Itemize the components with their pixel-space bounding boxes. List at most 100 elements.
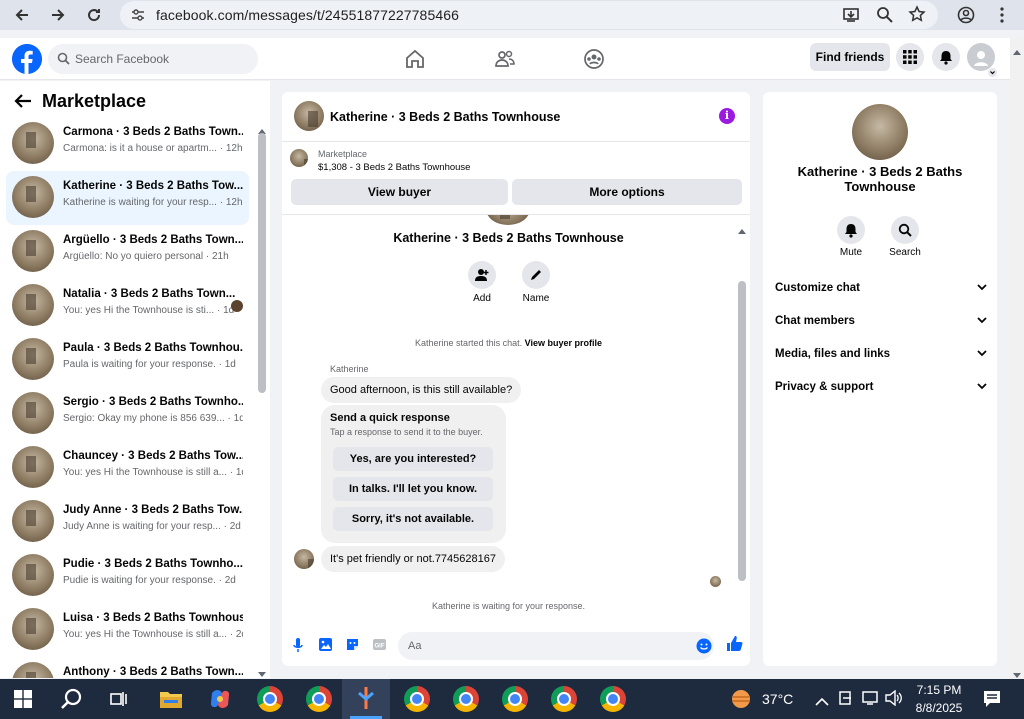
find-friends-button[interactable]: Find friends	[810, 43, 890, 71]
chat-members-row[interactable]: Chat members	[775, 315, 987, 337]
bookmark-star-icon[interactable]	[908, 5, 926, 28]
search-label: Search	[889, 247, 921, 258]
scroll-down-arrow-icon[interactable]	[258, 665, 266, 678]
weather-sun-icon[interactable]	[730, 689, 752, 714]
marketplace-label: Marketplace	[318, 149, 368, 159]
friends-icon[interactable]	[494, 48, 518, 70]
search-icon	[57, 52, 70, 70]
gif-icon[interactable]: GIF	[372, 637, 387, 657]
notification-center-icon[interactable]	[982, 689, 1002, 714]
search-in-conversation-button[interactable]	[891, 216, 919, 244]
chat-started-notice: Katherine started this chat. View buyer …	[282, 338, 735, 348]
network-icon[interactable]	[862, 690, 880, 711]
chat-item-judy-anne[interactable]: Judy Anne · 3 Beds 2 Baths Tow... Judy A…	[6, 495, 249, 549]
chat-item-luisa[interactable]: Luisa · 3 Beds 2 Baths Townhouse You: ye…	[6, 603, 249, 657]
message-input-placeholder: Aa	[408, 640, 422, 652]
privacy-support-row[interactable]: Privacy & support	[775, 381, 987, 403]
scroll-up-arrow-icon[interactable]	[1013, 42, 1021, 60]
conversation-info-icon[interactable]: i	[719, 108, 735, 124]
chrome-taskbar-icon[interactable]	[404, 686, 430, 712]
chat-preview: Carmona: is it a house or apartm... · 12…	[63, 143, 243, 154]
volume-icon[interactable]	[885, 689, 903, 711]
chrome-taskbar-icon[interactable]	[502, 686, 528, 712]
clock-date[interactable]: 8/8/2025	[912, 701, 966, 715]
site-settings-icon[interactable]	[130, 7, 146, 28]
chat-name: Argüello · 3 Beds 2 Baths Town...	[63, 234, 243, 246]
facebook-search-input[interactable]: Search Facebook	[48, 44, 258, 74]
listing-price-title[interactable]: $1,308 - 3 Beds 2 Baths Townhouse	[318, 162, 470, 173]
file-explorer-icon[interactable]	[159, 688, 183, 715]
chat-list-scrollbar[interactable]	[258, 133, 266, 393]
conversation-avatar[interactable]	[294, 101, 324, 131]
edit-name-button[interactable]	[522, 261, 550, 289]
facebook-logo-icon[interactable]	[12, 44, 42, 74]
chat-item-anthony[interactable]: Anthony · 3 Beds 2 Baths Town...	[6, 657, 249, 678]
avatar	[12, 284, 54, 326]
weather-temperature[interactable]: 37°C	[762, 691, 793, 707]
taskbar-search-icon[interactable]	[61, 688, 83, 715]
photo-icon[interactable]	[318, 637, 333, 657]
chrome-taskbar-icon[interactable]	[551, 686, 577, 712]
address-bar[interactable]: facebook.com/messages/t/2455187722778546…	[120, 1, 938, 29]
sticker-icon[interactable]	[345, 637, 360, 657]
quick-response-option[interactable]: In talks. I'll let you know.	[333, 477, 493, 501]
home-icon[interactable]	[404, 48, 428, 70]
chat-item-sergio[interactable]: Sergio · 3 Beds 2 Baths Townho... Sergio…	[6, 387, 249, 441]
profile-icon[interactable]	[954, 3, 978, 27]
chat-preview: You: yes Hi the Townhouse is still a... …	[63, 467, 243, 478]
thumbs-up-icon[interactable]	[726, 635, 743, 657]
chat-header-avatar	[486, 215, 530, 225]
scroll-down-arrow-icon[interactable]	[738, 609, 746, 614]
menu-grid-icon[interactable]	[896, 43, 924, 71]
copilot-icon[interactable]	[208, 687, 232, 716]
notifications-bell-icon[interactable]	[932, 43, 960, 71]
active-app-highlight[interactable]	[342, 679, 390, 719]
mute-button[interactable]	[837, 216, 865, 244]
forward-icon[interactable]	[46, 3, 70, 27]
chrome-taskbar-icon[interactable]	[453, 686, 479, 712]
clock-time[interactable]: 7:15 PM	[912, 683, 966, 697]
chrome-taskbar-icon[interactable]	[600, 686, 626, 712]
chat-item-katherine[interactable]: Katherine · 3 Beds 2 Baths Tow... Kather…	[6, 171, 249, 225]
chat-item-paula[interactable]: Paula · 3 Beds 2 Baths Townhou... Paula …	[6, 333, 249, 387]
windows-taskbar: 37°C 7:15 PM 8/8/2025	[0, 679, 1024, 719]
chat-item-pudie[interactable]: Pudie · 3 Beds 2 Baths Townho... Pudie i…	[6, 549, 249, 603]
customize-chat-row[interactable]: Customize chat	[775, 282, 987, 304]
view-buyer-profile-link[interactable]: View buyer profile	[525, 338, 602, 348]
contact-avatar[interactable]	[852, 104, 908, 160]
message-input[interactable]: Aa	[398, 632, 714, 660]
chrome-taskbar-icon[interactable]	[257, 686, 283, 712]
message-composer: GIF Aa	[282, 624, 750, 664]
reload-icon[interactable]	[82, 3, 106, 27]
install-app-icon[interactable]	[842, 6, 860, 29]
sender-avatar[interactable]	[294, 549, 314, 569]
chrome-taskbar-icon[interactable]	[306, 686, 332, 712]
page-scrollbar[interactable]	[1010, 38, 1024, 679]
show-hidden-icons-chevron-icon[interactable]	[815, 693, 829, 711]
more-options-button[interactable]: More options	[512, 179, 742, 205]
quick-response-option[interactable]: Sorry, it's not available.	[333, 507, 493, 531]
browser-menu-icon[interactable]	[990, 3, 1014, 27]
windows-start-icon[interactable]	[14, 690, 32, 713]
microphone-icon[interactable]	[293, 638, 303, 658]
view-buyer-button[interactable]: View buyer	[291, 179, 508, 205]
back-arrow-icon[interactable]	[14, 93, 32, 114]
task-view-icon[interactable]	[110, 690, 128, 713]
groups-icon[interactable]	[583, 48, 607, 70]
chat-item-carmona[interactable]: Carmona · 3 Beds 2 Baths Town... Carmona…	[6, 117, 249, 171]
emoji-icon[interactable]	[696, 638, 712, 659]
account-chevron-down-icon[interactable]	[988, 64, 997, 82]
read-receipt-avatar	[231, 300, 243, 312]
conversation-title[interactable]: Katherine · 3 Beds 2 Baths Townhouse	[330, 110, 560, 124]
back-icon[interactable]	[10, 3, 34, 27]
chat-item-natalia[interactable]: Natalia · 3 Beds 2 Baths Town... You: ye…	[6, 279, 249, 333]
chat-item-arguello[interactable]: Argüello · 3 Beds 2 Baths Town... Argüel…	[6, 225, 249, 279]
media-files-links-row[interactable]: Media, files and links	[775, 348, 987, 370]
meet-now-icon[interactable]	[838, 690, 854, 711]
zoom-icon[interactable]	[876, 6, 894, 29]
scroll-up-arrow-icon[interactable]	[738, 221, 746, 239]
chat-item-chauncey[interactable]: Chauncey · 3 Beds 2 Baths Tow... You: ye…	[6, 441, 249, 495]
message-thread-scrollbar[interactable]	[738, 281, 746, 581]
add-contact-button[interactable]	[468, 261, 496, 289]
quick-response-option[interactable]: Yes, are you interested?	[333, 447, 493, 471]
